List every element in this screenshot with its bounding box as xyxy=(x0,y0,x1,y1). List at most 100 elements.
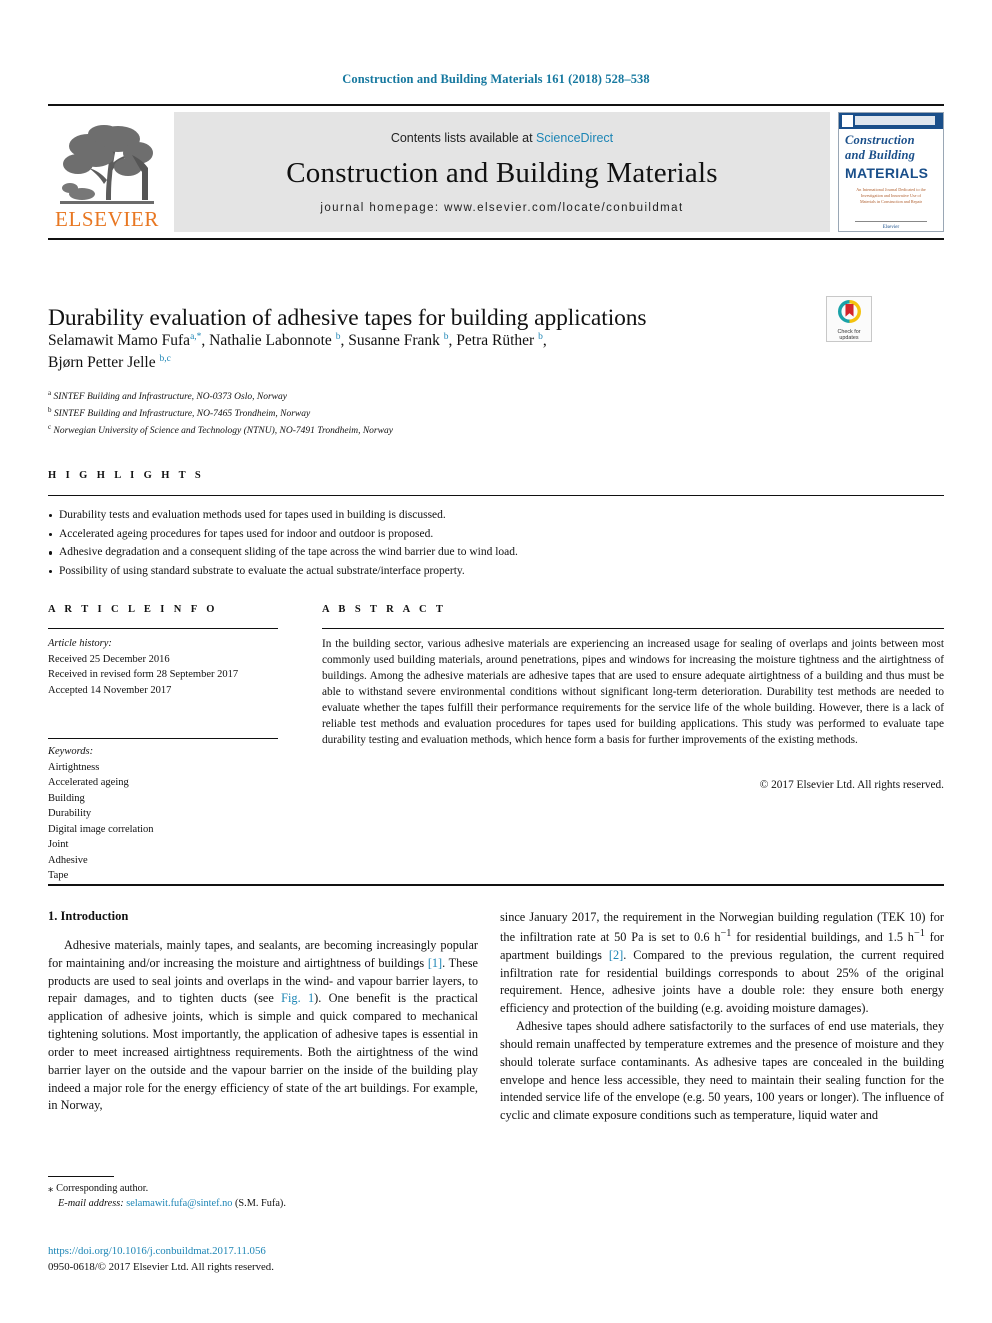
article-info-divider xyxy=(48,628,278,629)
issn-copyright-line: 0950-0618/© 2017 Elsevier Ltd. All right… xyxy=(48,1261,274,1274)
keywords-label: Keywords: xyxy=(48,746,94,757)
elsevier-wordmark: ELSEVIER xyxy=(55,207,159,231)
cover-title-line-1: Construction xyxy=(845,133,915,147)
crossmark-line-1: Check for xyxy=(837,329,861,335)
affiliation-item: c Norwegian University of Science and Te… xyxy=(48,422,648,439)
journal-homepage-link[interactable]: journal homepage: www.elsevier.com/locat… xyxy=(320,202,683,214)
crossmark-label: Check for updates xyxy=(837,329,860,342)
email-label: E-mail address: xyxy=(58,1198,124,1210)
article-history-item: Received 25 December 2016 xyxy=(48,653,170,665)
keyword-item: Building xyxy=(48,792,85,804)
list-item: Possibility of using standard substrate … xyxy=(48,562,944,581)
footnote-block: ⁎ Corresponding author. E-mail address: s… xyxy=(48,1181,478,1212)
crossmark-badge-icon xyxy=(837,300,861,328)
author-name: Selamawit Mamo Fufa xyxy=(48,332,191,349)
citation-ref-2[interactable]: [2] xyxy=(609,948,623,962)
journal-article-page: Construction and Building Materials 161 … xyxy=(0,0,992,1323)
author-name: Nathalie Labonnote xyxy=(209,332,332,349)
affiliation-text: SINTEF Building and Infrastructure, NO-7… xyxy=(53,409,311,420)
affiliation-text: Norwegian University of Science and Tech… xyxy=(53,425,393,436)
list-item: Accelerated ageing procedures for tapes … xyxy=(48,525,944,544)
keyword-item: Adhesive xyxy=(48,854,88,866)
abstract-heading: A B S T R A C T xyxy=(322,604,447,615)
affiliation-item: a SINTEF Building and Infrastructure, NO… xyxy=(48,388,648,405)
abstract-text: In the building sector, various adhesive… xyxy=(322,638,944,747)
article-history: Article history: Received 25 December 20… xyxy=(48,636,273,698)
corresponding-author-text: Corresponding author. xyxy=(56,1183,149,1194)
keywords-block: Keywords: Airtightness Accelerated agein… xyxy=(48,744,273,884)
keyword-item: Durability xyxy=(48,808,92,820)
affiliation-mark: c xyxy=(48,422,52,431)
elsevier-logo: ELSEVIER xyxy=(48,112,166,232)
author-list: Selamawit Mamo Fufaa,*, Nathalie Labonno… xyxy=(48,330,748,375)
email-link[interactable]: selamawit.fufa@sintef.no xyxy=(126,1198,232,1209)
superscript-exponent: −1 xyxy=(913,927,925,939)
cover-elsevier-mark-icon xyxy=(842,115,853,127)
list-item: Durability tests and evaluation methods … xyxy=(48,506,944,525)
highlights-list: Durability tests and evaluation methods … xyxy=(48,506,944,581)
paragraph: Adhesive tapes should adhere satisfactor… xyxy=(500,1019,944,1123)
doi-block: https://doi.org/10.1016/j.conbuildmat.20… xyxy=(48,1243,478,1275)
author-entry[interactable]: Susanne Frank b xyxy=(348,332,448,349)
keyword-item: Tape xyxy=(48,870,69,882)
paragraph: since January 2017, the requirement in t… xyxy=(500,909,944,1018)
keyword-item: Accelerated ageing xyxy=(48,777,129,789)
cover-footer: Elsevier xyxy=(882,225,900,230)
crossmark-line-2: updates xyxy=(839,335,859,342)
author-sep: , xyxy=(542,332,547,349)
cover-title-line-3: MATERIALS xyxy=(845,165,929,181)
body-divider xyxy=(48,884,944,886)
author-affil-mark: a,* xyxy=(190,331,202,342)
abstract-divider xyxy=(322,628,944,629)
article-history-item: Received in revised form 28 September 20… xyxy=(48,669,239,681)
journal-cover-thumbnail[interactable]: Construction and Building MATERIALS An I… xyxy=(838,112,944,232)
crossmark-badge[interactable]: Check for updates xyxy=(826,296,872,342)
cover-topbar-strip xyxy=(855,116,935,125)
author-entry[interactable]: Nathalie Labonnote b xyxy=(209,332,340,349)
affiliation-mark: b xyxy=(48,405,52,414)
highlights-divider xyxy=(48,495,944,496)
author-entry[interactable]: Selamawit Mamo Fufaa,* xyxy=(48,332,201,349)
affiliation-list: a SINTEF Building and Infrastructure, NO… xyxy=(48,388,648,439)
paragraph-text: ). One benefit is the practical applicat… xyxy=(48,991,479,1113)
elsevier-tree-icon xyxy=(58,122,156,208)
cover-blurb: An International Journal Dedicated to th… xyxy=(856,187,926,205)
asterisk-icon: ⁎ xyxy=(48,1183,54,1194)
citation-ref-1[interactable]: [1] xyxy=(428,956,442,970)
list-item: Adhesive degradation and a consequent sl… xyxy=(48,543,944,562)
author-name: Susanne Frank xyxy=(348,332,440,349)
author-entry[interactable]: Bjørn Petter Jelle b,c xyxy=(48,354,171,371)
email-suffix: (S.M. Fufa). xyxy=(232,1198,286,1210)
article-history-label: Article history: xyxy=(48,638,112,649)
footnote-divider xyxy=(48,1176,114,1177)
running-head: Construction and Building Materials 161 … xyxy=(342,72,650,86)
section-heading-introduction: 1. Introduction xyxy=(48,909,129,923)
author-name: Bjørn Petter Jelle xyxy=(48,354,156,372)
author-name: Petra Rüther xyxy=(456,332,535,349)
doi-link[interactable]: https://doi.org/10.1016/j.conbuildmat.20… xyxy=(48,1243,478,1259)
article-history-item: Accepted 14 November 2017 xyxy=(48,684,172,696)
corresponding-author-note: ⁎ Corresponding author. xyxy=(48,1181,478,1196)
figure-ref-1[interactable]: Fig. 1 xyxy=(281,991,314,1005)
cover-divider xyxy=(855,221,927,222)
affiliation-text: SINTEF Building and Infrastructure, NO-0… xyxy=(53,392,287,403)
cover-title-line-2: and Building xyxy=(845,148,916,162)
sciencedirect-link[interactable]: ScienceDirect xyxy=(536,131,613,145)
body-column-right: since January 2017, the requirement in t… xyxy=(500,909,944,1125)
contents-prefix: Contents lists available at xyxy=(390,131,537,145)
paragraph-text: Adhesive materials, mainly tapes, and se… xyxy=(48,938,478,970)
body-column-left: Adhesive materials, mainly tapes, and se… xyxy=(48,937,478,1115)
keyword-item: Joint xyxy=(48,839,69,851)
page-title: Durability evaluation of adhesive tapes … xyxy=(48,304,647,331)
title-divider xyxy=(48,238,944,240)
superscript-exponent: −1 xyxy=(720,927,732,939)
keyword-item: Airtightness xyxy=(48,761,100,773)
journal-band: Contents lists available at ScienceDirec… xyxy=(174,112,830,232)
journal-title: Construction and Building Materials xyxy=(286,157,718,189)
article-info-heading: A R T I C L E I N F O xyxy=(48,604,218,615)
author-entry[interactable]: Petra Rüther b xyxy=(456,332,543,349)
contents-list-line: Contents lists available at ScienceDirec… xyxy=(391,131,613,145)
paragraph-text: for residential buildings, and 1.5 h xyxy=(731,929,914,944)
author-sep: , xyxy=(201,332,210,349)
copyright-line: © 2017 Elsevier Ltd. All rights reserved… xyxy=(759,779,944,791)
